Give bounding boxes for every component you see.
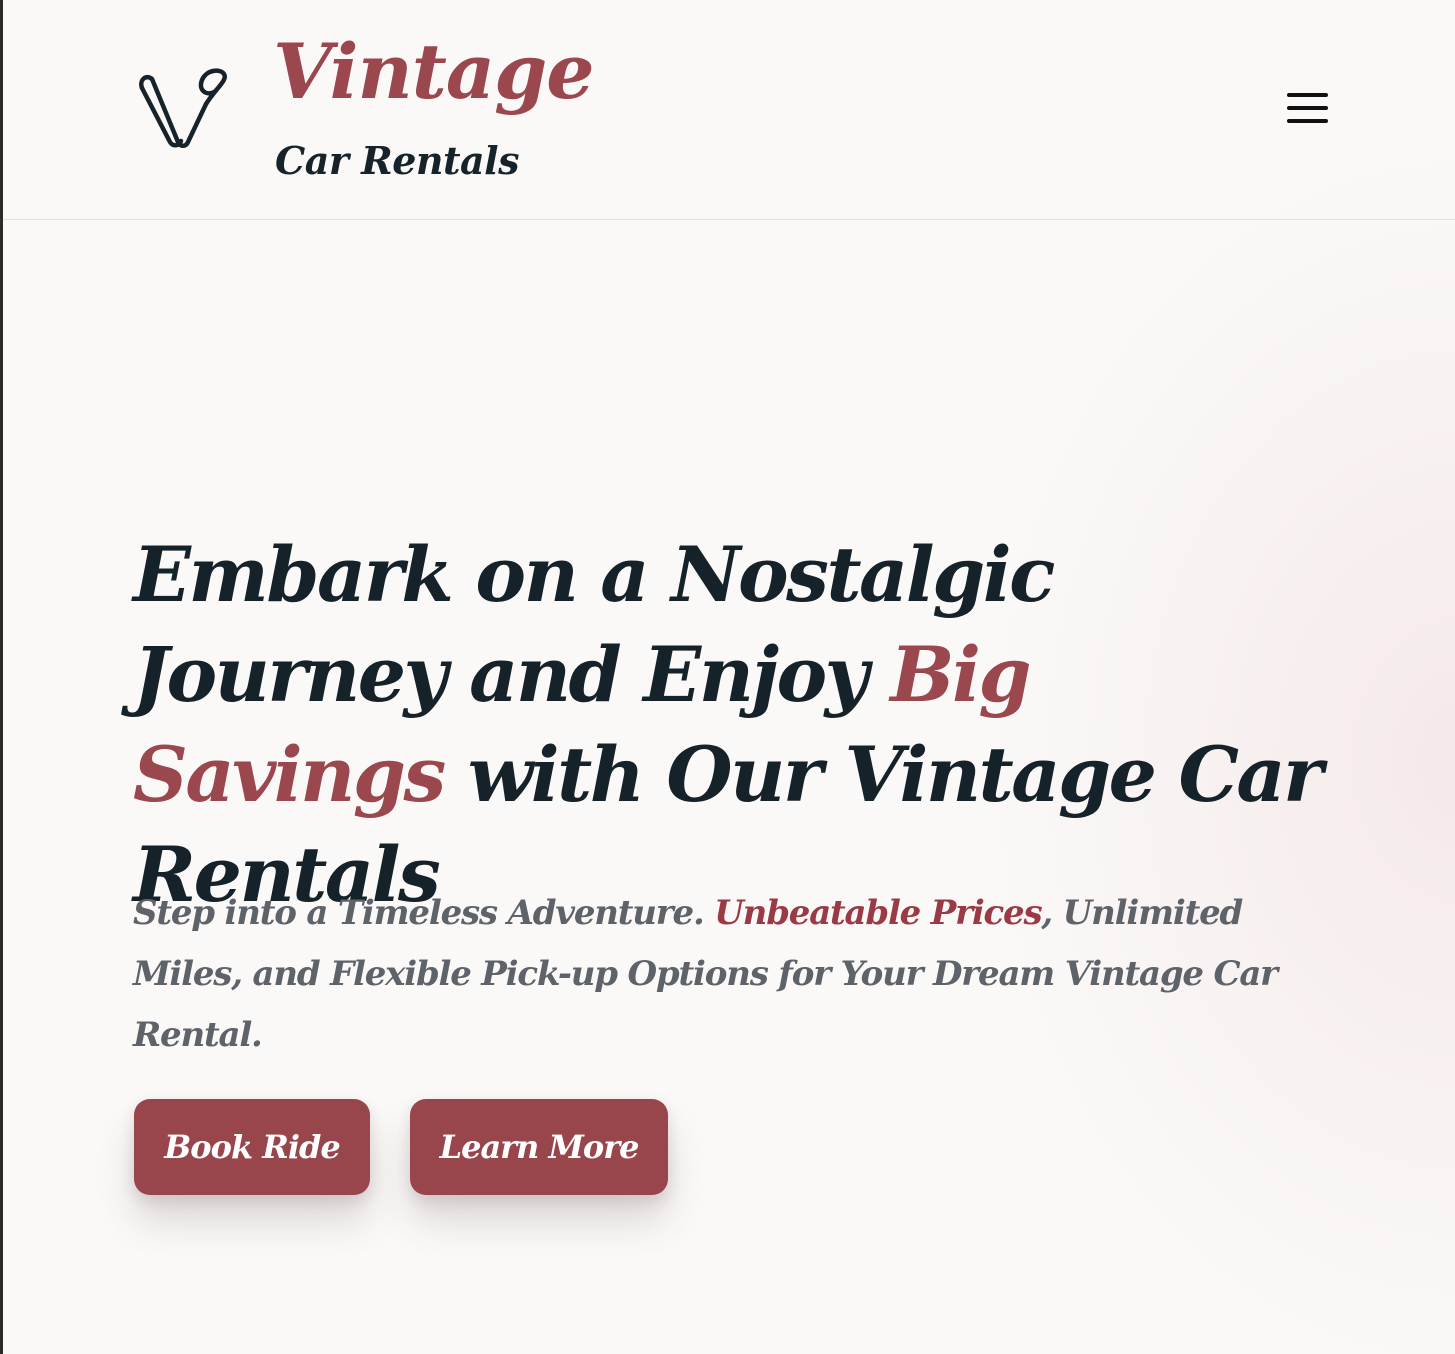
menu-line xyxy=(1287,106,1328,110)
hero-subtitle-highlight: Unbeatable Prices xyxy=(714,893,1042,933)
hero-subtitle: Step into a Timeless Adventure. Unbeatab… xyxy=(133,883,1313,1066)
menu-line xyxy=(1287,93,1328,97)
menu-line xyxy=(1287,119,1328,123)
brand-name: Vintage xyxy=(273,27,595,116)
hamburger-menu-icon[interactable] xyxy=(1281,86,1335,132)
hero-title: Embark on a Nostalgic Journey and Enjoy … xyxy=(133,525,1333,925)
hero-subtitle-text: Step into a Timeless Adventure. xyxy=(133,893,715,933)
learn-more-button[interactable]: Learn More xyxy=(410,1099,668,1195)
page: Vintage Car Rentals Embark on a Nostalgi… xyxy=(0,0,1455,1354)
brand-subtitle: Car Rentals xyxy=(275,138,520,183)
book-ride-button[interactable]: Book Ride xyxy=(134,1099,370,1195)
brand-link[interactable]: Vintage Car Rentals xyxy=(3,0,595,220)
site-header: Vintage Car Rentals xyxy=(3,0,1455,220)
v-monogram-icon xyxy=(139,68,227,148)
